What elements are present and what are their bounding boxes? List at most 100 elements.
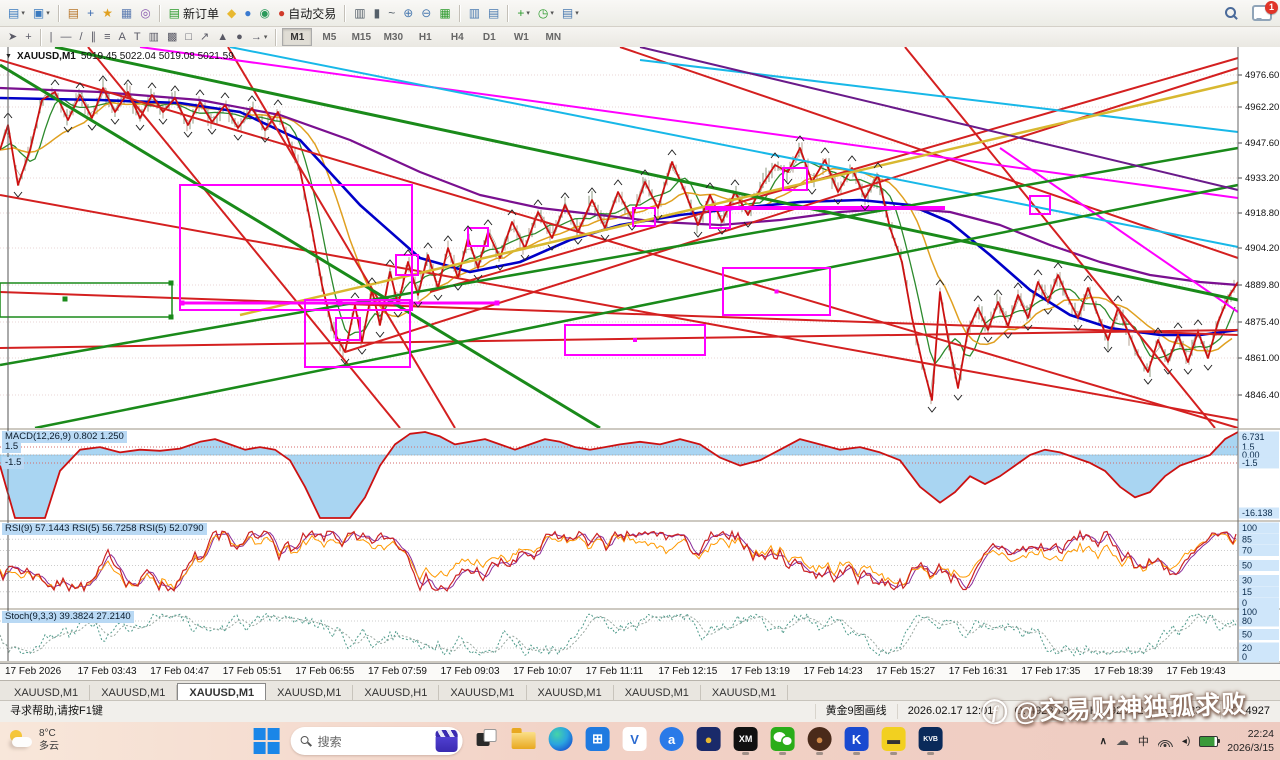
profiles-button[interactable]: ▣▾ [30, 3, 53, 23]
chart-tab-3[interactable]: XAUUSD,M1 [266, 685, 353, 700]
finance-app-icon[interactable]: ● [696, 727, 722, 755]
timeframe-h1[interactable]: H1 [410, 28, 440, 46]
taskbar-weather[interactable]: 8°C 多云 [8, 727, 59, 753]
horizontal-line-button[interactable]: — [58, 29, 75, 46]
grid-fill-button[interactable]: ▥ [146, 29, 162, 46]
navigator-button[interactable]: ★ [99, 3, 116, 23]
text-label-button[interactable]: T [131, 29, 144, 46]
equidistant-channel-button[interactable]: ∥ [88, 29, 100, 46]
yellow-app-icon[interactable]: ▬ [881, 727, 907, 755]
status-open: O: 4923.79 [1003, 704, 1078, 719]
arrows-more-button[interactable]: →▾ [248, 29, 271, 46]
chart-canvas[interactable]: 4976.604962.204947.604933.204918.804904.… [0, 47, 1280, 663]
onedrive-cloud-icon[interactable]: ☁ [1116, 733, 1129, 749]
chart-tab-1[interactable]: XAUUSD,M1 [90, 685, 177, 700]
search-highlight-icon[interactable] [436, 730, 458, 752]
chart-tab-5[interactable]: XAUUSD,M1 [439, 685, 526, 700]
timeframe-m30[interactable]: M30 [378, 28, 408, 46]
chart-tab-4[interactable]: XAUUSD,H1 [353, 685, 439, 700]
tray-clock[interactable]: 22:24 2026/3/15 [1227, 727, 1274, 755]
terminal-button[interactable]: ▦ [118, 3, 135, 23]
tile-windows-button[interactable]: ▦ [436, 3, 453, 23]
timeframe-m5[interactable]: M5 [314, 28, 344, 46]
line-chart-button[interactable]: ~ [385, 3, 398, 23]
new-order-button[interactable]: ▤新订单 [166, 3, 222, 23]
autotrading-button[interactable]: ●自动交易 [275, 3, 339, 23]
periods-button[interactable]: ◷▾ [535, 3, 557, 23]
time-axis[interactable]: 17 Feb 202617 Feb 03:4317 Feb 04:4717 Fe… [0, 663, 1280, 681]
arrow-line-button[interactable]: ↗ [197, 29, 212, 46]
svg-text:50: 50 [1242, 561, 1252, 571]
periods-caret-icon: ▾ [550, 9, 554, 17]
kvb-icon[interactable]: KVB [918, 727, 944, 755]
edge-icon[interactable] [548, 727, 574, 755]
rectangle-button[interactable]: □ [182, 29, 195, 46]
bar-chart-icon: ▥ [354, 7, 365, 19]
arrange-horizontal-button[interactable]: ▥ [466, 3, 483, 23]
quark-glyph: a [660, 727, 684, 751]
pattern-fill-button[interactable]: ▩ [164, 29, 180, 46]
timeframe-w1[interactable]: W1 [506, 28, 536, 46]
vertical-line-button[interactable]: | [47, 29, 56, 46]
indicators-button[interactable]: +▾ [514, 3, 533, 23]
market-watch-button[interactable]: ▤ [65, 3, 82, 23]
zoom-out-button[interactable]: ⊖ [418, 3, 434, 23]
v-app-icon[interactable]: V [622, 727, 648, 755]
bar-chart-button[interactable]: ▥ [351, 3, 368, 23]
v-app-glyph: V [623, 727, 647, 751]
ellipse-button[interactable]: ● [233, 29, 246, 46]
cursor-button[interactable]: ➤ [5, 29, 20, 46]
chart-tab-2[interactable]: XAUUSD,M1 [177, 683, 266, 700]
store-icon[interactable]: ⊞ [585, 727, 611, 755]
triangle-button[interactable]: ▲ [214, 29, 231, 46]
chart-window[interactable]: 4976.604962.204947.604933.204918.804904.… [0, 47, 1280, 663]
wifi-icon[interactable] [1158, 736, 1173, 747]
svg-text:70: 70 [1242, 546, 1252, 556]
timeframe-mn[interactable]: MN [538, 28, 568, 46]
taskbar-search[interactable]: 搜索 [291, 727, 463, 755]
cat-app-icon[interactable]: ● [807, 727, 833, 755]
templates-button[interactable]: ▤▾ [559, 3, 582, 23]
quark-icon[interactable]: a [659, 727, 685, 755]
tray-date: 2026/3/15 [1227, 742, 1274, 754]
candle-chart-button[interactable]: ▮ [371, 3, 384, 23]
arrange-horizontal-icon: ▥ [469, 7, 480, 19]
community-button[interactable]: ● [241, 3, 254, 23]
ime-indicator[interactable]: 中 [1138, 733, 1149, 749]
strategy-tester-button[interactable]: ◎ [137, 3, 153, 23]
symbol-dropdown-icon[interactable]: ▼ [5, 53, 12, 60]
xm-app-icon[interactable]: XM [733, 727, 759, 755]
toolbar-separator [58, 5, 60, 22]
text-button[interactable]: A [116, 29, 129, 46]
start-button[interactable] [254, 728, 280, 754]
chat-icon[interactable]: 1 [1252, 5, 1272, 21]
fibonacci-button[interactable]: ≡ [101, 29, 113, 46]
new-chart-button[interactable]: ▤▾ [5, 3, 28, 23]
tray-chevron-icon[interactable]: ∧ [1100, 736, 1107, 747]
timeframe-d1[interactable]: D1 [474, 28, 504, 46]
chart-tab-6[interactable]: XAUUSD,M1 [527, 685, 614, 700]
volume-icon[interactable]: ◂) [1182, 736, 1190, 747]
battery-icon[interactable] [1199, 736, 1218, 747]
trend-line-button[interactable]: / [77, 29, 86, 46]
search-icon[interactable] [1224, 6, 1238, 20]
cat-app-glyph: ● [808, 727, 832, 751]
timeframe-m1[interactable]: M1 [282, 28, 312, 46]
timeframe-m15[interactable]: M15 [346, 28, 376, 46]
k-app-icon[interactable]: K [844, 727, 870, 755]
periods-icon: ◷ [538, 7, 548, 19]
wechat-icon[interactable] [770, 727, 796, 755]
data-window-button[interactable]: + [84, 3, 97, 23]
chart-tab-0[interactable]: XAUUSD,M1 [3, 685, 90, 700]
chart-tab-8[interactable]: XAUUSD,M1 [701, 685, 788, 700]
task-view-icon[interactable] [474, 727, 500, 755]
file-explorer-icon[interactable] [511, 727, 537, 755]
chart-tab-7[interactable]: XAUUSD,M1 [614, 685, 701, 700]
arrange-vertical-button[interactable]: ▤ [485, 3, 502, 23]
timeframe-h4[interactable]: H4 [442, 28, 472, 46]
metaeditor-button[interactable]: ◆ [224, 3, 239, 23]
zoom-in-button[interactable]: ⊕ [400, 3, 416, 23]
alerts-button[interactable]: ◉ [257, 3, 273, 23]
svg-text:85: 85 [1242, 534, 1252, 544]
crosshair-button[interactable]: + [22, 29, 34, 46]
